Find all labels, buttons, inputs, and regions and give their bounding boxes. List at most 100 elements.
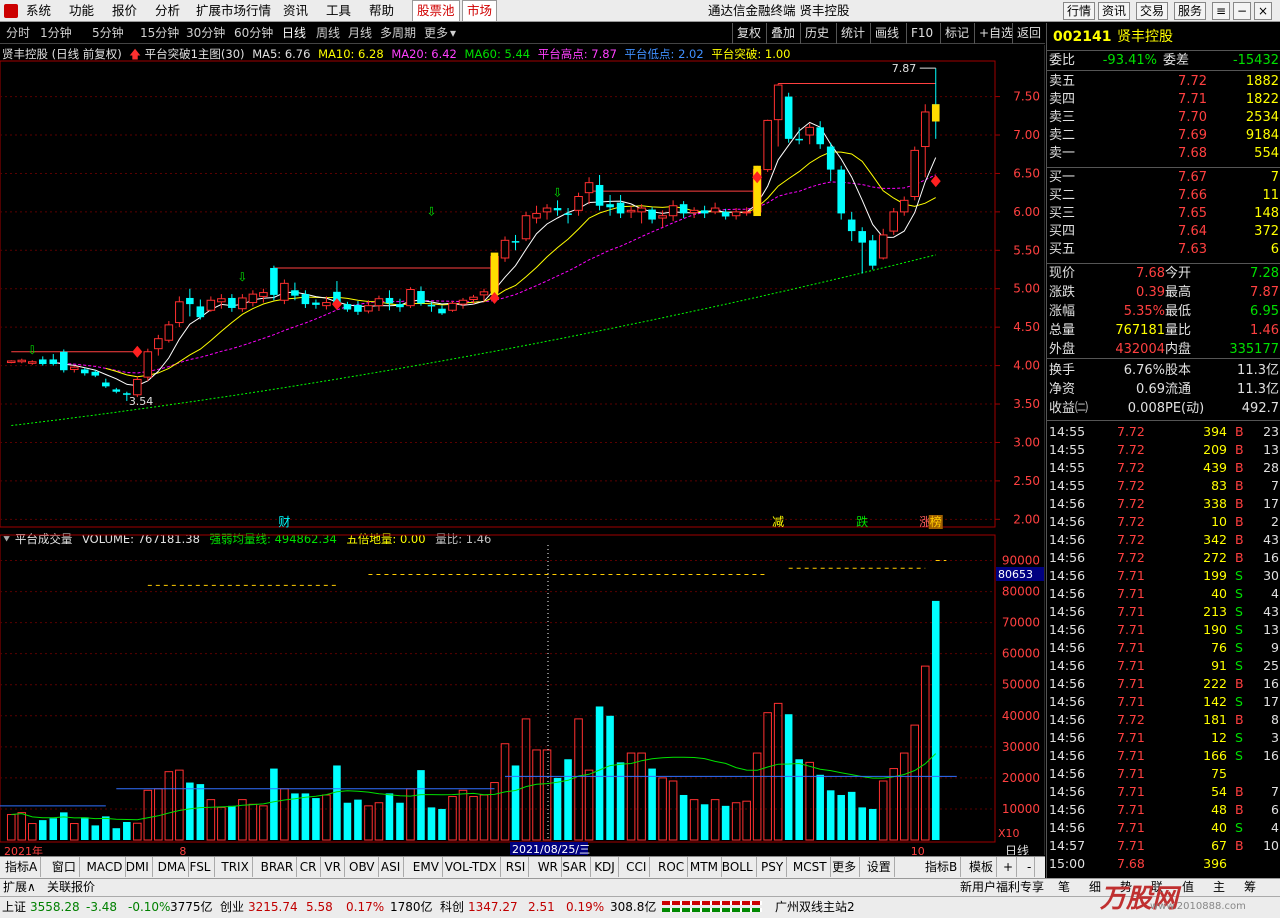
tick-side: S bbox=[1235, 820, 1243, 835]
indicator-tab-cr[interactable]: CR bbox=[297, 857, 321, 877]
indicator-tab-emv[interactable]: EMV bbox=[410, 857, 443, 877]
overlay-button[interactable]: 叠加 bbox=[766, 23, 795, 44]
history-button[interactable]: 历史 bbox=[800, 23, 829, 44]
add-watch-button[interactable]: +自选 bbox=[974, 23, 1013, 44]
ask-row: 卖四 7.71 1822 bbox=[1047, 90, 1280, 109]
volume-bar bbox=[291, 793, 299, 840]
indicator-tab-dmi[interactable]: DMI bbox=[123, 857, 153, 877]
period-month[interactable]: 月线 bbox=[348, 23, 372, 44]
back-button[interactable]: 返回 bbox=[1012, 23, 1041, 44]
panel-tab-4[interactable]: 值 bbox=[1182, 879, 1194, 896]
menu-stock-pool[interactable]: 股票池 bbox=[412, 0, 460, 22]
sh-label[interactable]: 上证 bbox=[2, 897, 26, 918]
cy-label[interactable]: 创业 bbox=[220, 897, 244, 918]
period-1min[interactable]: 1分钟 bbox=[40, 23, 72, 44]
indicator-tab-kdj[interactable]: KDJ bbox=[591, 857, 619, 877]
server-name[interactable]: 广州双线主站2 bbox=[775, 897, 855, 918]
chart-area[interactable]: 贤丰控股 (日线 前复权) 🡅 平台突破1主图(30) MA5: 6.76 MA… bbox=[0, 45, 1045, 855]
volume-bar bbox=[175, 769, 184, 841]
tick-price: 7.71 bbox=[1117, 658, 1145, 673]
tick-time: 14:56 bbox=[1049, 694, 1086, 709]
candle-body bbox=[721, 211, 730, 217]
menu-news[interactable]: 资讯 bbox=[283, 0, 308, 22]
tab-right-0[interactable]: 指标B bbox=[922, 857, 962, 877]
trade-button[interactable]: 交易 bbox=[1136, 2, 1168, 20]
indicator-tab-fsl[interactable]: FSL bbox=[187, 857, 215, 877]
candle-body bbox=[658, 215, 667, 219]
indicator-tab-boll[interactable]: BOLL bbox=[719, 857, 757, 877]
candlestick-chart[interactable]: 7.50 7.00 6.50 6.00 5.50 5.00 4.50 4.00 3.50 3.00… bbox=[0, 45, 1045, 855]
service-button[interactable]: 服务 bbox=[1174, 2, 1206, 20]
period-tick[interactable]: 分时 bbox=[6, 23, 30, 44]
indicator-tab-wr[interactable]: WR bbox=[535, 857, 562, 877]
indicator-tab-mcst[interactable]: MCST bbox=[790, 857, 831, 877]
minimize-icon[interactable]: − bbox=[1233, 2, 1251, 20]
menu-icon[interactable]: ≡ bbox=[1212, 2, 1230, 20]
period-30min[interactable]: 30分钟 bbox=[186, 23, 225, 44]
indicator-tab-窗口[interactable]: 窗口 bbox=[49, 857, 80, 877]
indicator-tab-更多[interactable]: 更多 bbox=[829, 857, 861, 877]
period-5min[interactable]: 5分钟 bbox=[92, 23, 124, 44]
volume-bar bbox=[259, 805, 268, 841]
indicator-tab-dma[interactable]: DMA bbox=[155, 857, 190, 877]
indicator-tab-brar[interactable]: BRAR bbox=[258, 857, 298, 877]
dropdown-icon[interactable]: ▾ bbox=[450, 23, 456, 44]
tab-right-3[interactable]: - bbox=[1024, 857, 1036, 877]
period-multi[interactable]: 多周期 bbox=[380, 23, 416, 44]
period-day[interactable]: 日线 bbox=[282, 23, 306, 44]
candle-body bbox=[91, 371, 100, 376]
indicator-tab-trix[interactable]: TRIX bbox=[218, 857, 253, 877]
related-quote-button[interactable]: 关联报价 bbox=[47, 879, 95, 896]
close-icon[interactable]: × bbox=[1254, 2, 1272, 20]
menu-help[interactable]: 帮助 bbox=[369, 0, 394, 22]
tab-right-1[interactable]: 模板 bbox=[966, 857, 998, 877]
indicator-tab-sar[interactable]: SAR bbox=[559, 857, 591, 877]
stat-row: 现价 7.68 今开 7.28 bbox=[1047, 264, 1280, 283]
menu-tools[interactable]: 工具 bbox=[326, 0, 351, 22]
promo-link[interactable]: 新用户福利专享 bbox=[960, 879, 1044, 896]
draw-button[interactable]: 画线 bbox=[870, 23, 899, 44]
indicator-tab-设置[interactable]: 设置 bbox=[864, 857, 895, 877]
stats-button[interactable]: 统计 bbox=[836, 23, 865, 44]
panel-tab-6[interactable]: 筹 bbox=[1244, 879, 1256, 896]
volume-bar bbox=[920, 665, 930, 841]
indicator-tab-cci[interactable]: CCI bbox=[623, 857, 651, 877]
menu-ext-market[interactable]: 扩展市场行情 bbox=[196, 0, 271, 22]
indicator-tab-asi[interactable]: ASI bbox=[378, 857, 405, 877]
indicator-tab-mtm[interactable]: MTM bbox=[687, 857, 722, 877]
tick-time: 15:00 bbox=[1049, 856, 1086, 871]
period-more[interactable]: 更多 bbox=[424, 23, 448, 44]
indicator-tab-vr[interactable]: VR bbox=[321, 857, 345, 877]
expand-button[interactable]: 扩展∧ bbox=[3, 879, 36, 896]
indicator-tab-vol-tdx[interactable]: VOL-TDX bbox=[442, 857, 501, 877]
indicator-tab-roc[interactable]: ROC bbox=[655, 857, 689, 877]
indicator-tab-rsi[interactable]: RSI bbox=[503, 857, 530, 877]
period-15min[interactable]: 15分钟 bbox=[140, 23, 179, 44]
indicator-tab-obv[interactable]: OBV bbox=[346, 857, 379, 877]
indicator-tab-指标a[interactable]: 指标A bbox=[2, 857, 42, 877]
menu-analysis[interactable]: 分析 bbox=[155, 0, 180, 22]
weicha-label: 委差 bbox=[1163, 53, 1190, 68]
indicator-tab-psy[interactable]: PSY bbox=[758, 857, 788, 877]
news-button[interactable]: 资讯 bbox=[1098, 2, 1130, 20]
menu-system[interactable]: 系统 bbox=[26, 0, 51, 22]
menu-quote[interactable]: 报价 bbox=[112, 0, 137, 22]
adjust-button[interactable]: 复权 bbox=[732, 23, 761, 44]
ask-volume: 554 bbox=[1254, 146, 1279, 161]
indicator-tab-macd[interactable]: MACD bbox=[84, 857, 127, 877]
panel-tab-0[interactable]: 笔 bbox=[1058, 879, 1070, 896]
ask-label: 卖三 bbox=[1049, 110, 1076, 125]
quote-button[interactable]: 行情 bbox=[1063, 2, 1095, 20]
volume-bar bbox=[889, 768, 899, 841]
period-60min[interactable]: 60分钟 bbox=[234, 23, 273, 44]
panel-tab-5[interactable]: 主 bbox=[1213, 879, 1225, 896]
app-logo-icon[interactable] bbox=[4, 0, 18, 22]
menu-function[interactable]: 功能 bbox=[69, 0, 94, 22]
kc-label[interactable]: 科创 bbox=[440, 897, 464, 918]
menu-market[interactable]: 市场 bbox=[462, 0, 498, 22]
ask-price: 7.71 bbox=[1178, 92, 1207, 107]
period-week[interactable]: 周线 bbox=[316, 23, 340, 44]
tab-right-2[interactable]: + bbox=[1000, 857, 1018, 877]
f10-button[interactable]: F10 bbox=[906, 23, 933, 44]
mark-button[interactable]: 标记 bbox=[940, 23, 969, 44]
